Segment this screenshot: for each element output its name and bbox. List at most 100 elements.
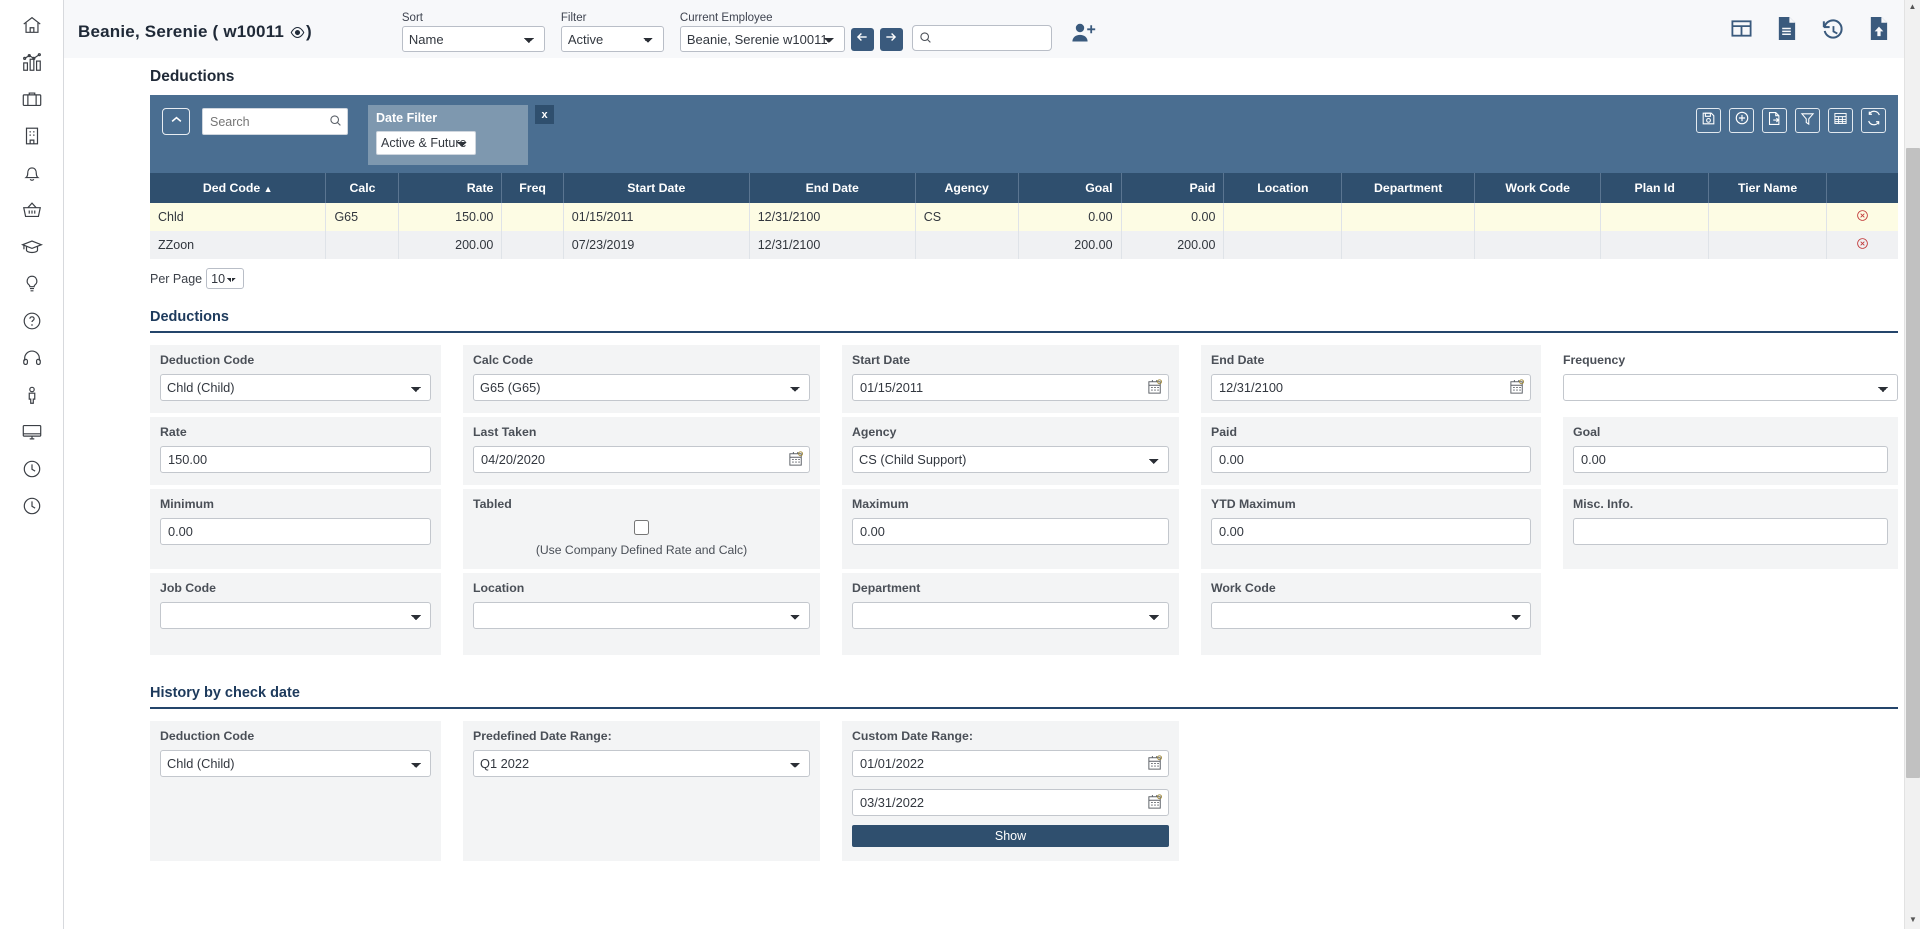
col-tier-name[interactable]: Tier Name (1708, 173, 1827, 203)
cell-plan-id (1600, 231, 1710, 259)
eye-icon[interactable] (290, 24, 305, 44)
custom-range-to-input[interactable] (852, 789, 1169, 816)
current-employee-select[interactable]: Beanie, Serenie w10011 (679, 26, 845, 52)
custom-range-from-input[interactable] (852, 750, 1169, 777)
table-row[interactable]: ZZoon 200.00 07/23/2019 12/31/2100 200.0… (150, 231, 1898, 259)
col-work-code[interactable]: Work Code (1474, 173, 1602, 203)
delete-row-icon[interactable] (1856, 209, 1869, 225)
col-start-date[interactable]: Start Date (563, 173, 750, 203)
left-icon-rail (0, 0, 64, 929)
sidebar-item-time[interactable] (10, 450, 54, 487)
grid-refresh-button[interactable] (1861, 108, 1886, 133)
ytd-maximum-input[interactable] (1211, 518, 1531, 545)
cell-work-code (1474, 203, 1602, 231)
cell-location (1223, 203, 1343, 231)
work-code-select[interactable] (1211, 602, 1531, 629)
calendar-icon[interactable] (1148, 379, 1162, 400)
col-calc[interactable]: Calc (325, 173, 400, 203)
maximum-input[interactable] (852, 518, 1169, 545)
sidebar-item-home[interactable] (10, 6, 54, 43)
sidebar-item-learning[interactable] (10, 228, 54, 265)
cell-delete[interactable] (1826, 231, 1898, 259)
col-department[interactable]: Department (1341, 173, 1476, 203)
next-employee-button[interactable] (879, 28, 903, 51)
table-row[interactable]: Chld G65 150.00 01/15/2011 12/31/2100 CS… (150, 203, 1898, 231)
date-filter-select[interactable]: Active & FutureActiveAll (376, 131, 476, 155)
delete-row-icon[interactable] (1856, 237, 1869, 253)
sidebar-item-help[interactable] (10, 302, 54, 339)
rate-input[interactable] (160, 446, 431, 473)
frequency-select[interactable] (1563, 374, 1898, 401)
location-select[interactable] (473, 602, 810, 629)
sidebar-item-notifications[interactable] (10, 154, 54, 191)
import-button[interactable] (1867, 16, 1890, 46)
agency-select[interactable]: CS (Child Support) (852, 446, 1169, 473)
deduction-code-select[interactable]: Chld (Child) (160, 374, 431, 401)
start-date-input[interactable] (852, 374, 1169, 401)
col-rate[interactable]: Rate (398, 173, 503, 203)
grid-add-button[interactable] (1729, 108, 1754, 133)
grid-save-button[interactable] (1696, 108, 1721, 133)
misc-info-input[interactable] (1573, 518, 1888, 545)
cell-start-date: 07/23/2019 (563, 231, 750, 259)
grid-filter-button[interactable] (1795, 108, 1820, 133)
deduction-code-label: Deduction Code (160, 353, 255, 367)
sidebar-item-company[interactable] (10, 117, 54, 154)
calendar-icon[interactable] (789, 451, 803, 472)
goal-input[interactable] (1573, 446, 1888, 473)
calendar-icon[interactable] (1510, 379, 1524, 400)
grid-export-button[interactable] (1762, 108, 1787, 133)
audit-history-button[interactable] (1820, 17, 1845, 46)
collapse-panel-button[interactable] (162, 108, 190, 135)
filter-select[interactable]: ActiveInactiveAll (560, 26, 664, 52)
sidebar-item-analytics[interactable] (10, 43, 54, 80)
calendar-icon[interactable] (1148, 794, 1162, 815)
scrollbar-thumb[interactable] (1906, 148, 1920, 778)
prev-employee-button[interactable] (850, 28, 874, 51)
tabled-note: (Use Company Defined Rate and Calc) (535, 543, 748, 557)
col-plan-id[interactable]: Plan Id (1600, 173, 1710, 203)
sidebar-item-history[interactable] (10, 487, 54, 524)
cell-delete[interactable] (1826, 203, 1898, 231)
sidebar-item-support[interactable] (10, 339, 54, 376)
vertical-scrollbar[interactable]: ▲ ▼ (1904, 0, 1920, 929)
show-button[interactable]: Show (852, 825, 1169, 847)
col-paid[interactable]: Paid (1121, 173, 1225, 203)
sidebar-item-marketplace[interactable] (10, 191, 54, 228)
sidebar-item-jobs[interactable] (10, 80, 54, 117)
department-select[interactable] (852, 602, 1169, 629)
col-freq[interactable]: Freq (501, 173, 564, 203)
calc-code-select[interactable]: G65 (G65) (473, 374, 810, 401)
add-employee-button[interactable] (1070, 21, 1096, 50)
grid-search-input[interactable] (202, 108, 348, 135)
employee-search-input[interactable] (911, 25, 1052, 51)
predefined-range-select[interactable]: Q1 2022Q2 2022Q3 2022Q4 2022 (473, 750, 810, 777)
calendar-icon[interactable] (1148, 755, 1162, 776)
paid-input[interactable] (1211, 446, 1531, 473)
sidebar-item-desktop[interactable] (10, 413, 54, 450)
history-deduction-code-select[interactable]: Chld (Child) (160, 750, 431, 777)
minimum-input[interactable] (160, 518, 431, 545)
scroll-up-arrow[interactable]: ▲ (1905, 0, 1920, 14)
col-location[interactable]: Location (1223, 173, 1343, 203)
sidebar-item-employee[interactable] (10, 376, 54, 413)
report-button[interactable] (1775, 16, 1798, 46)
grid-columns-button[interactable] (1828, 108, 1853, 133)
tabled-checkbox[interactable] (634, 520, 649, 535)
col-agency[interactable]: Agency (915, 173, 1019, 203)
end-date-input[interactable] (1211, 374, 1531, 401)
sidebar-item-ideas[interactable] (10, 265, 54, 302)
field-misc-info: Misc. Info. (1563, 489, 1898, 569)
scroll-down-arrow[interactable]: ▼ (1905, 913, 1920, 927)
view-grid-button[interactable] (1730, 17, 1753, 45)
col-end-date[interactable]: End Date (749, 173, 916, 203)
col-goal[interactable]: Goal (1018, 173, 1122, 203)
sort-select[interactable]: NameIdDepartment (401, 26, 545, 52)
job-code-select[interactable] (160, 602, 431, 629)
per-page-select[interactable]: 102550100 (206, 268, 245, 289)
form-row-3: Minimum Tabled (Use Company Defined Rate… (150, 489, 1898, 569)
close-date-filter-button[interactable]: x (535, 105, 554, 124)
add-circle-icon (1734, 110, 1750, 131)
col-ded-code[interactable]: Ded Code ▲ (150, 173, 327, 203)
last-taken-input[interactable] (473, 446, 810, 473)
